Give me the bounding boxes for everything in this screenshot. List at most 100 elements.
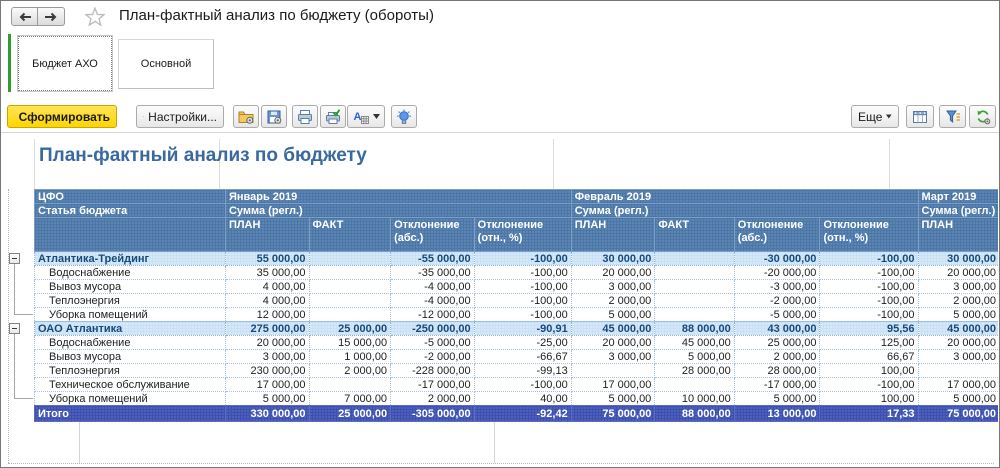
value-cell[interactable]: 230 000,00 xyxy=(225,364,309,378)
value-cell[interactable]: 10 000,00 xyxy=(655,392,734,406)
value-cell[interactable] xyxy=(309,308,391,322)
value-cell[interactable] xyxy=(309,378,391,392)
value-cell[interactable]: -100,00 xyxy=(474,308,571,322)
table-row[interactable]: Водоснабжение35 000,00-35 000,00-100,002… xyxy=(35,266,999,280)
value-cell[interactable]: 15 000,00 xyxy=(309,336,391,350)
value-cell[interactable] xyxy=(309,280,391,294)
header-col[interactable]: ПЛАН xyxy=(571,218,655,252)
row-label[interactable]: Вывоз мусора xyxy=(35,280,226,294)
row-label[interactable]: Водоснабжение xyxy=(35,336,226,350)
value-cell[interactable]: 3 000,00 xyxy=(571,350,655,364)
value-cell[interactable] xyxy=(309,266,391,280)
value-cell[interactable]: 75 000,00 xyxy=(918,406,998,422)
row-label[interactable]: Атлантика-Трейдинг xyxy=(35,252,226,266)
row-label[interactable]: Теплоэнергия xyxy=(35,294,226,308)
value-cell[interactable]: -55 000,00 xyxy=(391,252,475,266)
value-cell[interactable]: -12 000,00 xyxy=(391,308,475,322)
value-cell[interactable]: 20 000,00 xyxy=(571,336,655,350)
row-label[interactable]: Уборка помещений xyxy=(35,392,226,406)
row-label[interactable]: Теплоэнергия xyxy=(35,364,226,378)
value-cell[interactable]: -305 000,00 xyxy=(391,406,475,422)
header-sum[interactable]: Сумма (регл.) xyxy=(571,204,918,218)
row-label[interactable]: Уборка помещений xyxy=(35,308,226,322)
value-cell[interactable]: -90,91 xyxy=(474,322,571,336)
value-cell[interactable] xyxy=(655,378,734,392)
value-cell[interactable]: -5 000,00 xyxy=(391,336,475,350)
header-sum[interactable]: Сумма (регл.) xyxy=(918,204,998,218)
appearance-button[interactable]: A xyxy=(347,105,385,128)
value-cell[interactable]: -100,00 xyxy=(474,378,571,392)
row-label[interactable]: Итого xyxy=(35,406,226,422)
table-row[interactable]: Итого330 000,0025 000,00-305 000,00-92,4… xyxy=(35,406,999,422)
value-cell[interactable]: -100,00 xyxy=(474,280,571,294)
value-cell[interactable]: 2 000,00 xyxy=(918,294,998,308)
value-cell[interactable]: 28 000,00 xyxy=(734,364,820,378)
value-cell[interactable]: -100,00 xyxy=(820,308,918,322)
table-row[interactable]: Атлантика-Трейдинг55 000,00-55 000,00-10… xyxy=(35,252,999,266)
value-cell[interactable] xyxy=(918,364,998,378)
value-cell[interactable]: -100,00 xyxy=(820,252,918,266)
value-cell[interactable]: 88 000,00 xyxy=(655,406,734,422)
refresh-button[interactable] xyxy=(969,105,996,128)
back-button[interactable] xyxy=(11,7,38,26)
header-article[interactable]: Статья бюджета xyxy=(35,204,226,218)
value-cell[interactable]: 45 000,00 xyxy=(918,322,998,336)
value-cell[interactable]: -35 000,00 xyxy=(391,266,475,280)
value-cell[interactable]: -4 000,00 xyxy=(391,280,475,294)
header-col[interactable]: Отклонение (абс.) xyxy=(734,218,820,252)
value-cell[interactable]: -99,13 xyxy=(474,364,571,378)
value-cell[interactable]: 3 000,00 xyxy=(918,350,998,364)
value-cell[interactable]: -250 000,00 xyxy=(391,322,475,336)
value-cell[interactable]: 25 000,00 xyxy=(309,322,391,336)
value-cell[interactable]: 3 000,00 xyxy=(571,280,655,294)
value-cell[interactable]: 5 000,00 xyxy=(734,392,820,406)
table-row[interactable]: Водоснабжение20 000,0015 000,00-5 000,00… xyxy=(35,336,999,350)
value-cell[interactable]: 30 000,00 xyxy=(918,252,998,266)
value-cell[interactable]: -100,00 xyxy=(474,294,571,308)
table-row[interactable]: ОАО Атлантика275 000,0025 000,00-250 000… xyxy=(35,322,999,336)
header-sum[interactable]: Сумма (регл.) xyxy=(225,204,571,218)
value-cell[interactable] xyxy=(655,294,734,308)
value-cell[interactable]: 12 000,00 xyxy=(225,308,309,322)
value-cell[interactable]: 100,00 xyxy=(820,392,918,406)
value-cell[interactable]: 40,00 xyxy=(474,392,571,406)
value-cell[interactable]: 3 000,00 xyxy=(225,350,309,364)
row-label[interactable]: Водоснабжение xyxy=(35,266,226,280)
value-cell[interactable]: 95,56 xyxy=(820,322,918,336)
collapse-group-button[interactable] xyxy=(9,253,20,264)
value-cell[interactable]: -30 000,00 xyxy=(734,252,820,266)
value-cell[interactable]: 45 000,00 xyxy=(655,336,734,350)
value-cell[interactable]: 17 000,00 xyxy=(225,378,309,392)
value-cell[interactable]: -17 000,00 xyxy=(734,378,820,392)
value-cell[interactable]: 17,33 xyxy=(820,406,918,422)
value-cell[interactable]: 2 000,00 xyxy=(571,294,655,308)
value-cell[interactable]: 7 000,00 xyxy=(309,392,391,406)
value-cell[interactable]: 5 000,00 xyxy=(571,308,655,322)
value-cell[interactable]: -5 000,00 xyxy=(734,308,820,322)
value-cell[interactable] xyxy=(655,266,734,280)
value-cell[interactable]: 75 000,00 xyxy=(571,406,655,422)
value-cell[interactable]: 13 000,00 xyxy=(734,406,820,422)
value-cell[interactable]: 55 000,00 xyxy=(225,252,309,266)
value-cell[interactable]: -228 000,00 xyxy=(391,364,475,378)
value-cell[interactable]: 45 000,00 xyxy=(571,322,655,336)
value-cell[interactable] xyxy=(655,280,734,294)
value-cell[interactable]: 20 000,00 xyxy=(225,336,309,350)
row-label[interactable]: ОАО Атлантика xyxy=(35,322,226,336)
value-cell[interactable]: 5 000,00 xyxy=(918,392,998,406)
value-cell[interactable]: -4 000,00 xyxy=(391,294,475,308)
value-cell[interactable]: 2 000,00 xyxy=(734,350,820,364)
value-cell[interactable]: -100,00 xyxy=(820,280,918,294)
value-cell[interactable]: -100,00 xyxy=(474,252,571,266)
value-cell[interactable]: 88 000,00 xyxy=(655,322,734,336)
tab-budget-aho[interactable]: Бюджет АХО xyxy=(18,36,112,91)
value-cell[interactable]: 2 000,00 xyxy=(309,364,391,378)
forward-button[interactable] xyxy=(38,7,65,26)
value-cell[interactable]: 43 000,00 xyxy=(734,322,820,336)
value-cell[interactable]: -2 000,00 xyxy=(734,294,820,308)
value-cell[interactable]: 330 000,00 xyxy=(225,406,309,422)
print-button[interactable] xyxy=(292,105,318,128)
value-cell[interactable]: -100,00 xyxy=(820,294,918,308)
table-row[interactable]: Уборка помещений12 000,00-12 000,00-100,… xyxy=(35,308,999,322)
value-cell[interactable]: 5 000,00 xyxy=(571,392,655,406)
